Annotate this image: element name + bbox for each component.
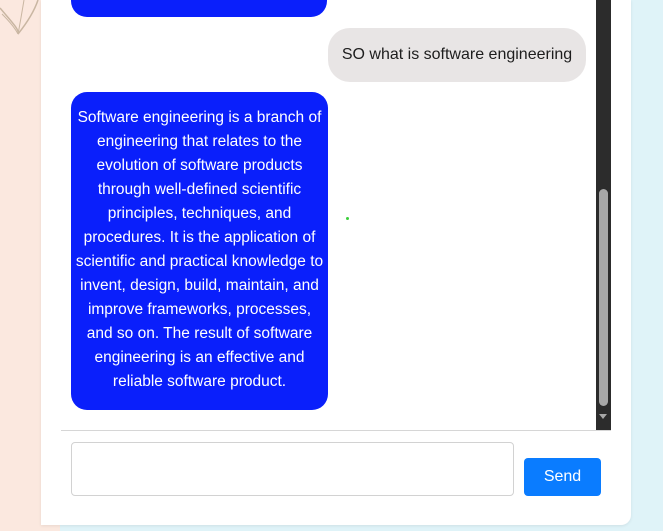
message-list[interactable]: SO what is software engineering Software… [41, 0, 596, 430]
scrollbar-thumb[interactable] [599, 189, 608, 406]
user-message-bubble: SO what is software engineering [328, 28, 586, 82]
send-button[interactable]: Send [524, 458, 601, 496]
bot-message-bubble: Software engineering is a branch of engi… [71, 92, 328, 410]
message-list-scrollbar[interactable] [596, 0, 611, 430]
composer-divider [61, 430, 611, 431]
bot-message-bubble [71, 0, 327, 17]
triangle-down-icon[interactable] [599, 414, 607, 419]
bot-message-text: Software engineering is a branch of engi… [75, 109, 324, 390]
chat-window: SO what is software engineering Software… [41, 0, 631, 525]
leaf-outline-icon [0, 0, 39, 35]
user-message-text: SO what is software engineering [341, 46, 573, 63]
status-dot [346, 217, 349, 220]
message-input[interactable] [71, 442, 514, 496]
